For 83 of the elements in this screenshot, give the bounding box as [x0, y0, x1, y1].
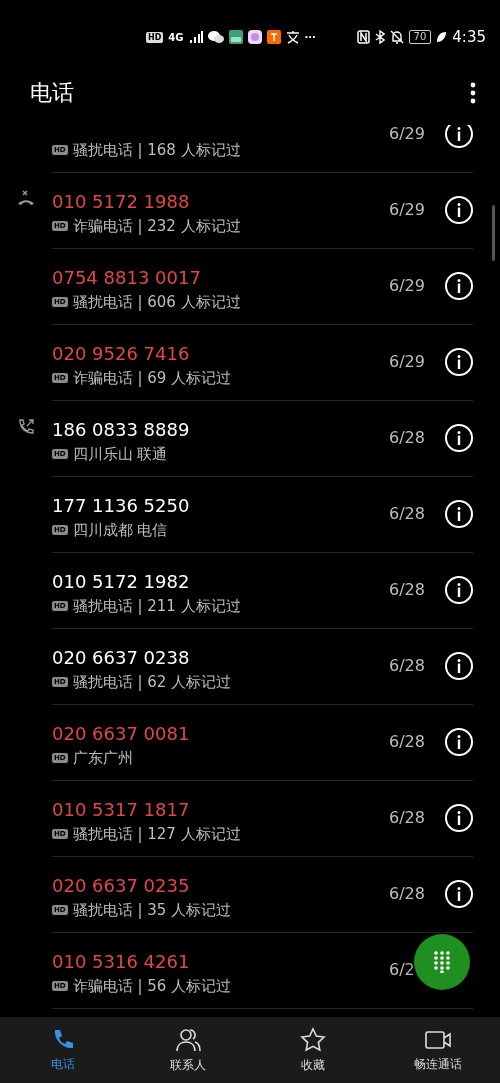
- call-date: 6/28: [389, 884, 426, 903]
- call-detail: 四川成都 电信: [72, 520, 168, 540]
- info-icon: [457, 430, 461, 445]
- dialpad-icon: [434, 951, 450, 973]
- call-date: 6/28: [389, 732, 426, 751]
- call-date: 6/28: [389, 504, 426, 523]
- call-detail: 诈骗电话 | 69 人标记过: [72, 368, 232, 388]
- info-icon: [457, 886, 461, 901]
- call-date: 6/29: [389, 200, 426, 219]
- info-icon: [457, 582, 461, 597]
- phone-number: 010 5316 4261: [52, 950, 191, 972]
- call-date: 6/28: [389, 580, 426, 599]
- info-button[interactable]: [445, 271, 473, 300]
- info-button[interactable]: [445, 651, 473, 680]
- info-button[interactable]: [445, 879, 473, 908]
- info-button[interactable]: [445, 423, 473, 452]
- info-button[interactable]: [445, 499, 473, 528]
- call-detail: 骚扰电话 | 606 人标记过: [72, 292, 241, 312]
- mute-bell-icon: [389, 30, 404, 44]
- page-title: 电话: [30, 78, 74, 107]
- translate-icon: [285, 30, 300, 44]
- call-detail: 广东广州: [72, 748, 133, 768]
- info-icon: [457, 354, 461, 369]
- nav-tab[interactable]: 收藏: [250, 1017, 375, 1083]
- phone-number: 010 5172 1982: [52, 570, 191, 592]
- info-icon: [457, 126, 461, 141]
- battery-indicator: 70: [408, 30, 432, 44]
- leaf-icon: [436, 31, 448, 43]
- call-date: 6/2: [389, 960, 416, 979]
- phone-number: 186 0833 8889: [52, 418, 191, 440]
- app-icon: [228, 30, 243, 44]
- call-date: 6/28: [389, 808, 426, 827]
- hd-badge: HD: [146, 31, 164, 43]
- info-button[interactable]: [445, 347, 473, 376]
- call-date: 6/29: [389, 276, 426, 295]
- call-detail: 诈骗电话 | 56 人标记过: [72, 976, 232, 996]
- network-label: 4G: [168, 31, 184, 43]
- star-icon: [299, 1026, 326, 1053]
- info-button[interactable]: [445, 125, 473, 148]
- call-detail: 骚扰电话 | 35 人标记过: [72, 900, 232, 920]
- app-icon: [266, 30, 281, 44]
- phone-number: 010 5317 1817: [52, 798, 191, 820]
- info-button[interactable]: [445, 803, 473, 832]
- signal-icon: [188, 31, 203, 43]
- info-button[interactable]: [445, 575, 473, 604]
- info-button[interactable]: [445, 195, 473, 224]
- call-date: 6/29: [389, 125, 426, 143]
- nav-tab[interactable]: 联系人: [125, 1017, 250, 1083]
- call-detail: 诈骗电话 | 232 人标记过: [72, 216, 241, 236]
- info-icon: [457, 734, 461, 749]
- phone-number: 0754 8813 0017: [52, 266, 202, 288]
- nfc-icon: [356, 30, 370, 44]
- phone-number: 020 9526 7416: [52, 342, 191, 364]
- app-icon: [247, 30, 262, 44]
- call-detail: 骚扰电话 | 211 人标记过: [72, 596, 241, 616]
- call-detail: 四川乐山 联通: [72, 444, 168, 464]
- call-date: 6/28: [389, 656, 426, 675]
- phone-number: 020 6637 0081: [52, 722, 191, 744]
- nav-tab[interactable]: 电话: [0, 1017, 125, 1083]
- info-icon: [457, 810, 461, 825]
- info-icon: [457, 278, 461, 293]
- call-detail: 骚扰电话 | 62 人标记过: [72, 672, 232, 692]
- more-options-icon[interactable]: [470, 81, 476, 104]
- phone-number: 010 5172 1988: [52, 190, 191, 212]
- call-detail: 骚扰电话 | 127 人标记过: [72, 824, 241, 844]
- call-date: 6/28: [389, 428, 426, 447]
- info-icon: [457, 658, 461, 673]
- phone-number: 020 6637 0238: [52, 646, 191, 668]
- contacts-icon: [174, 1026, 201, 1053]
- nav-tab[interactable]: 畅连通话: [375, 1017, 500, 1083]
- phone-number: 020 6637 0235: [52, 874, 191, 896]
- bluetooth-icon: [374, 30, 385, 44]
- dialpad-button[interactable]: [414, 934, 470, 990]
- info-icon: [457, 506, 461, 521]
- clock-time: 4:35: [452, 28, 486, 46]
- info-button[interactable]: [445, 727, 473, 756]
- call-date: 6/29: [389, 352, 426, 371]
- more-notifications: ···: [304, 31, 316, 43]
- phone-number: 177 1136 5250: [52, 494, 191, 516]
- call-detail: 骚扰电话 | 168 人标记过: [72, 140, 241, 160]
- scrollbar: [492, 205, 495, 261]
- chat-icon: [207, 30, 224, 44]
- info-icon: [457, 202, 461, 217]
